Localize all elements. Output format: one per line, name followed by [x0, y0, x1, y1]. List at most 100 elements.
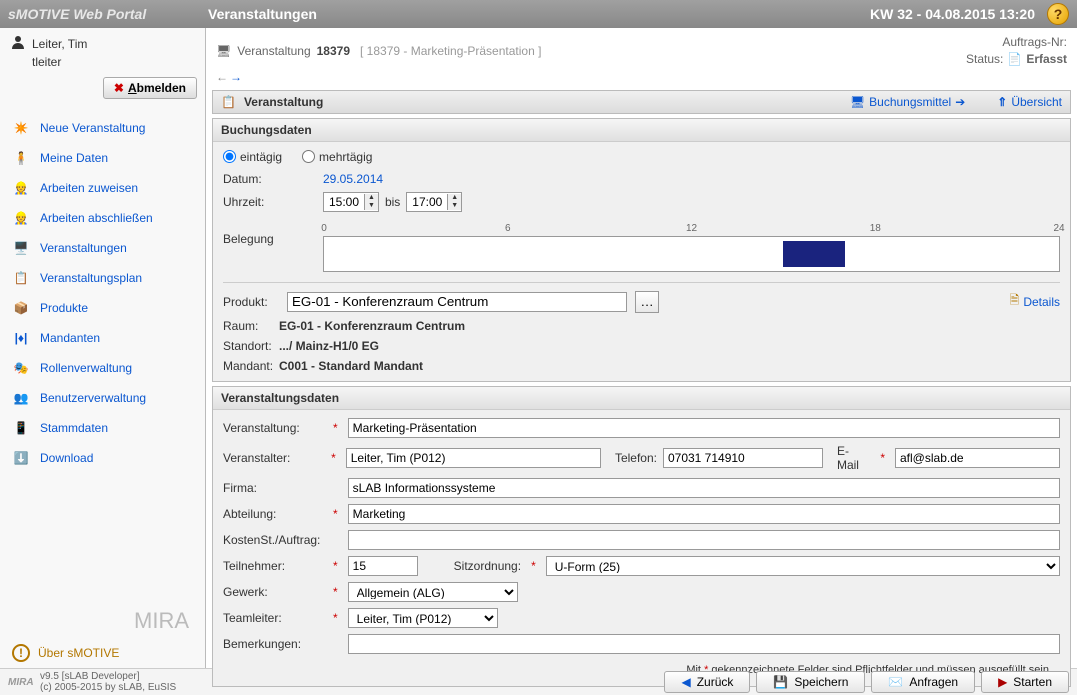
logout-button[interactable]: ✖Abmelden: [103, 77, 197, 99]
box-icon: 📦: [12, 299, 30, 317]
app-title: sMOTIVE Web Portal: [8, 6, 208, 22]
breadcrumb: 🖥 Veranstaltung 18379 [ 18379 - Marketin…: [206, 28, 1077, 68]
close-icon: ✖: [114, 81, 124, 95]
remarks-input[interactable]: [348, 634, 1060, 654]
order-label: Auftrags-Nr:: [966, 34, 1067, 51]
nav-finish-work[interactable]: 👷Arbeiten abschließen: [0, 203, 205, 233]
date-link[interactable]: 29.05.2014: [323, 172, 383, 186]
nav: ✴️Neue Veranstaltung 🧍Meine Daten 👷Arbei…: [0, 107, 205, 600]
timeline[interactable]: 0 6 12 18 24: [323, 236, 1060, 272]
product-label: Produkt:: [223, 295, 279, 309]
cost-input[interactable]: [348, 530, 1060, 550]
about-link[interactable]: ! Über sMOTIVE: [0, 638, 205, 668]
time-to-input[interactable]: [407, 195, 447, 209]
teamlead-select[interactable]: Leiter, Tim (P012): [348, 608, 498, 628]
star-icon: ✴️: [12, 119, 30, 137]
worker-done-icon: 👷: [12, 209, 30, 227]
back-arrow[interactable]: ←: [216, 70, 228, 84]
download-icon: ⬇️: [12, 449, 30, 467]
time-to-spinner[interactable]: ▲▼: [406, 192, 462, 212]
worker-icon: 👷: [12, 179, 30, 197]
start-button[interactable]: ▶Starten: [981, 671, 1069, 693]
dept-input[interactable]: [348, 504, 1060, 524]
product-browse-button[interactable]: …: [635, 291, 659, 313]
device-icon: 📱: [12, 419, 30, 437]
event-title: Veranstaltungsdaten: [213, 387, 1070, 410]
location-value: .../ Mainz-H1/0 EG: [279, 339, 379, 353]
trade-select[interactable]: Allgemein (ALG): [348, 582, 518, 602]
event-panel: Veranstaltungsdaten Veranstaltung:* Vera…: [212, 386, 1071, 687]
event-name-input[interactable]: [348, 418, 1060, 438]
forward-arrow[interactable]: →: [230, 70, 242, 84]
product-input[interactable]: [287, 292, 627, 312]
firm-input[interactable]: [348, 478, 1060, 498]
footer-logo: MIRA: [8, 677, 32, 688]
nav-new-event[interactable]: ✴️Neue Veranstaltung: [0, 113, 205, 143]
document-icon: 📄: [1007, 51, 1022, 68]
nav-event-plan[interactable]: 📋Veranstaltungsplan: [0, 263, 205, 293]
radio-single[interactable]: eintägig: [223, 150, 282, 164]
seating-select[interactable]: U-Form (25): [546, 556, 1060, 576]
brand-logo: MIRA: [0, 600, 205, 638]
event-number: 18379: [317, 44, 350, 58]
room-value: EG-01 - Konferenzraum Centrum: [279, 319, 465, 333]
user-login: tleiter: [10, 53, 195, 69]
nav-events[interactable]: 🖥️Veranstaltungen: [0, 233, 205, 263]
date-label: Datum:: [223, 172, 323, 186]
play-icon: ▶: [998, 675, 1007, 689]
link-buchungsmittel[interactable]: 🖥 Buchungsmittel ➔: [850, 95, 965, 109]
nav-assign-work[interactable]: 👷Arbeiten zuweisen: [0, 173, 205, 203]
user-name: Leiter, Tim: [32, 37, 87, 51]
user-block: Leiter, Tim tleiter: [0, 28, 205, 73]
time-from-input[interactable]: [324, 195, 364, 209]
document-icon: 🗎: [1010, 291, 1020, 312]
mail-icon: ✉️: [888, 675, 903, 689]
module-title: Veranstaltungen: [208, 6, 317, 22]
section-header: 📋 Veranstaltung 🖥 Buchungsmittel ➔ ⇑ Übe…: [212, 90, 1071, 114]
version-label: v9.5 [sLAB Developer]: [40, 671, 176, 682]
link-uebersicht[interactable]: ⇑ Übersicht: [997, 95, 1062, 109]
content: 🖥 Veranstaltung 18379 [ 18379 - Marketin…: [206, 28, 1077, 668]
info-icon: !: [12, 644, 30, 662]
nav-mandants[interactable]: |♦|Mandanten: [0, 323, 205, 353]
time-from-spinner[interactable]: ▲▼: [323, 192, 379, 212]
organizer-input[interactable]: [346, 448, 601, 468]
request-button[interactable]: ✉️Anfragen: [871, 671, 975, 693]
user-icon: [10, 34, 26, 53]
nav-my-data[interactable]: 🧍Meine Daten: [0, 143, 205, 173]
participants-input[interactable]: [348, 556, 418, 576]
save-button[interactable]: 💾Speichern: [756, 671, 865, 693]
booking-panel: Buchungsdaten eintägig mehrtägig Datum: …: [212, 118, 1071, 382]
floppy-icon: 💾: [773, 675, 788, 689]
timeline-booking: [783, 241, 844, 267]
title-bar: sMOTIVE Web Portal Veranstaltungen KW 32…: [0, 0, 1077, 28]
nav-products[interactable]: 📦Produkte: [0, 293, 205, 323]
time-label: Uhrzeit:: [223, 195, 323, 209]
mandant-icon: |♦|: [12, 329, 30, 347]
status-label: Status:: [966, 51, 1003, 68]
mandant-value: C001 - Standard Mandant: [279, 359, 423, 373]
sidebar: Leiter, Tim tleiter ✖Abmelden ✴️Neue Ver…: [0, 28, 206, 668]
status-value: Erfasst: [1026, 51, 1067, 68]
back-button[interactable]: ◀Zurück: [664, 671, 750, 693]
monitor-icon: 🖥️: [12, 239, 30, 257]
occlabel: Belegung: [223, 218, 323, 246]
email-input[interactable]: [895, 448, 1060, 468]
calendar-icon: 📋: [12, 269, 30, 287]
nav-roles[interactable]: 🎭Rollenverwaltung: [0, 353, 205, 383]
monitor-icon: 🖥: [850, 95, 865, 109]
help-icon[interactable]: ?: [1047, 3, 1069, 25]
nav-download[interactable]: ⬇️Download: [0, 443, 205, 473]
mask-icon: 🎭: [12, 359, 30, 377]
details-link[interactable]: 🗎 Details: [1010, 291, 1060, 312]
radio-multi[interactable]: mehrtägig: [302, 150, 372, 164]
timestamp: KW 32 - 04.08.2015 13:20: [870, 6, 1035, 22]
users-icon: 👥: [12, 389, 30, 407]
back-arrow-icon: ◀: [681, 675, 690, 689]
phone-input[interactable]: [663, 448, 823, 468]
nav-users[interactable]: 👥Benutzerverwaltung: [0, 383, 205, 413]
person-icon: 🧍: [12, 149, 30, 167]
monitor-icon: 🖥: [216, 44, 231, 58]
booking-title: Buchungsdaten: [213, 119, 1070, 142]
nav-masterdata[interactable]: 📱Stammdaten: [0, 413, 205, 443]
